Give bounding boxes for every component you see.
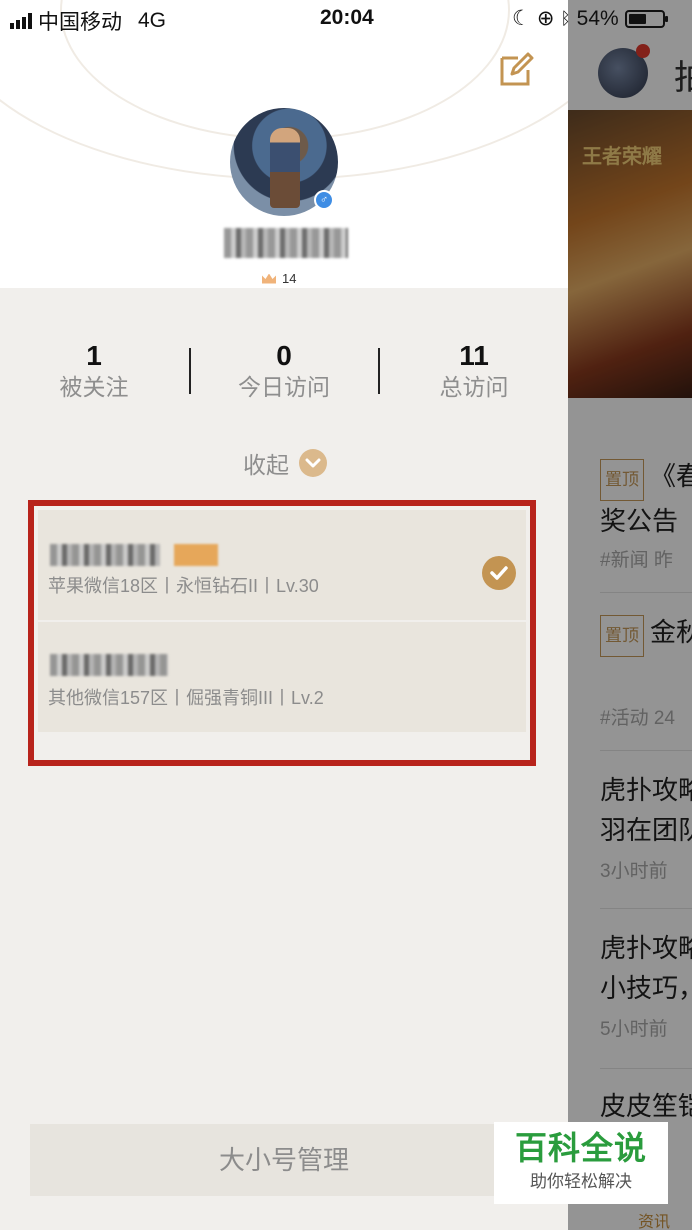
watermark-title: 百科全说 — [514, 1130, 647, 1166]
male-gender-icon: ♂ — [314, 190, 334, 210]
collapse-toggle[interactable]: 收起 — [243, 446, 327, 480]
level-badge: 14 — [262, 271, 296, 286]
stat-label: 总访问 — [439, 374, 509, 400]
stat-value: 1 — [86, 340, 102, 371]
collapse-label: 收起 — [243, 452, 289, 478]
network-type: 4G — [138, 9, 167, 32]
stat-value: 11 — [459, 340, 489, 371]
status-icons: ☾ ⊕ ᛒ 54% — [512, 6, 668, 31]
chevron-down-icon — [299, 449, 327, 477]
stat-followers[interactable]: 1 被关注 — [24, 340, 164, 402]
stat-divider — [378, 348, 380, 394]
carrier-info: 中国移动 4G — [10, 6, 166, 36]
signal-icon — [10, 13, 32, 29]
stats-row: 1 被关注 0 今日访问 11 总访问 — [0, 340, 568, 410]
crown-icon — [262, 273, 276, 284]
account-drawer: ♂ 14 1 被关注 0 今日访问 11 总访问 收起 苹果微信18区丨永恒钻石… — [0, 0, 568, 1230]
nickname-blurred — [224, 228, 348, 258]
edit-icon[interactable] — [498, 52, 534, 88]
stat-label: 被关注 — [59, 374, 129, 400]
carrier-name: 中国移动 — [38, 11, 122, 34]
stat-divider — [189, 348, 191, 394]
moon-icon: ☾ — [512, 7, 531, 30]
account-manage-button[interactable]: 大小号管理 — [30, 1124, 538, 1196]
stat-total-visits[interactable]: 11 总访问 — [404, 340, 544, 402]
stat-value: 0 — [276, 340, 292, 371]
battery-percent: 54% — [576, 6, 619, 30]
stat-label: 今日访问 — [238, 374, 330, 400]
stat-today-visits[interactable]: 0 今日访问 — [214, 340, 354, 402]
watermark-logo: 百科全说 助你轻松解决 — [494, 1122, 668, 1204]
battery-icon — [624, 9, 668, 28]
watermark-subtitle: 助你轻松解决 — [530, 1172, 632, 1191]
level-value: 14 — [282, 271, 297, 286]
clock: 20:04 — [320, 6, 374, 29]
avatar-figure — [270, 128, 300, 208]
status-bar: 中国移动 4G 20:04 ☾ ⊕ ᛒ 54% — [0, 0, 692, 38]
bluetooth-icon: ᛒ — [560, 8, 571, 28]
highlight-annotation-box — [28, 500, 536, 766]
rotation-lock-icon: ⊕ — [536, 7, 555, 30]
dim-overlay[interactable] — [568, 0, 692, 1230]
